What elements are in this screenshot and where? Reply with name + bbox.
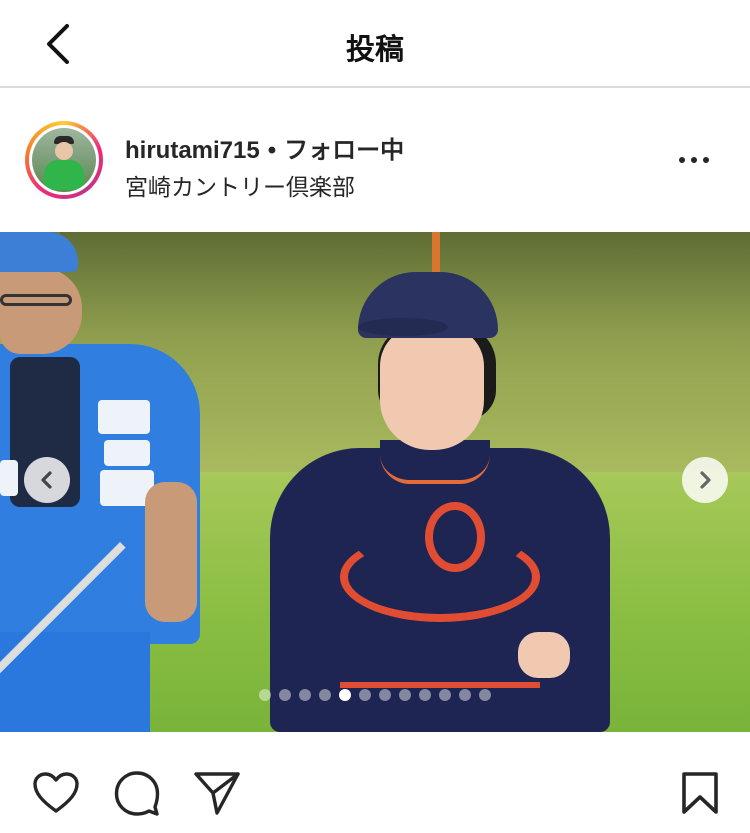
story-ring[interactable] xyxy=(25,121,103,199)
avatar xyxy=(32,128,96,192)
carousel-dot xyxy=(359,689,371,701)
chevron-right-icon xyxy=(700,471,711,489)
carousel-dot xyxy=(399,689,411,701)
like-button[interactable] xyxy=(31,768,81,818)
carousel-prev-button[interactable] xyxy=(24,457,70,503)
paper-plane-icon xyxy=(194,772,240,815)
top-bar: 投稿 xyxy=(0,0,750,88)
carousel-dot xyxy=(419,689,431,701)
save-button[interactable] xyxy=(675,768,725,818)
more-options-button[interactable] xyxy=(672,142,716,178)
post-photo[interactable] xyxy=(0,232,750,732)
carousel-dot xyxy=(479,689,491,701)
golfer-figure xyxy=(250,272,630,732)
page-title: 投稿 xyxy=(345,32,404,66)
more-options-icon xyxy=(679,157,685,163)
carousel-dot xyxy=(319,689,331,701)
post-header: hirutami715 • フォロー中 宮崎カントリー倶楽部 xyxy=(0,90,750,232)
carousel-indicator xyxy=(0,689,750,701)
comment-bubble-icon xyxy=(114,771,160,816)
username-link[interactable]: hirutami715 xyxy=(125,137,260,164)
share-button[interactable] xyxy=(192,768,242,818)
location-link[interactable]: 宮崎カントリー倶楽部 xyxy=(125,168,355,202)
bookmark-icon xyxy=(682,772,718,814)
action-bar xyxy=(0,732,750,833)
carousel-dot xyxy=(379,689,391,701)
carousel-dot xyxy=(279,689,291,701)
separator-dot: • xyxy=(267,137,277,164)
carousel-dot xyxy=(459,689,471,701)
carousel-dot xyxy=(439,689,451,701)
carousel-next-button[interactable] xyxy=(682,457,728,503)
heart-icon xyxy=(33,772,79,813)
chevron-left-icon xyxy=(41,471,52,489)
following-button[interactable]: フォロー中 xyxy=(284,136,404,164)
comment-button[interactable] xyxy=(112,768,162,818)
carousel-dot xyxy=(259,689,271,701)
carousel-dot xyxy=(299,689,311,701)
username-line: hirutami715 • フォロー中 xyxy=(125,130,404,165)
carousel-dot-active xyxy=(339,689,351,701)
